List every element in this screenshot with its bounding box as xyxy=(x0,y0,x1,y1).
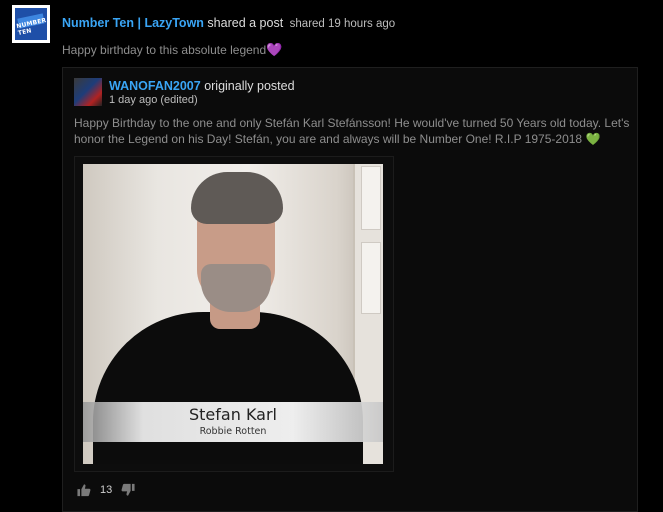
author-link[interactable]: Number Ten | LazyTown xyxy=(62,16,204,30)
original-post-text: Happy Birthday to the one and only Stefá… xyxy=(74,115,634,147)
caption-text: Happy birthday to this absolute legend xyxy=(62,43,267,57)
video-thumbnail[interactable]: Stefan Karl Robbie Rotten xyxy=(83,164,383,464)
original-body-text: Happy Birthday to the one and only Stefá… xyxy=(74,116,630,146)
thumbs-down-icon[interactable] xyxy=(121,483,135,497)
person-hair xyxy=(191,172,283,224)
person-beard xyxy=(201,264,271,312)
original-action-text: originally posted xyxy=(204,79,295,93)
post-header: Number Ten | LazyTown shared a post shar… xyxy=(62,16,395,30)
green-heart-emoji: 💚 xyxy=(585,132,601,146)
original-post-header: WANOFAN2007 originally posted xyxy=(109,79,295,93)
post-caption: Happy birthday to this absolute legend💜 xyxy=(62,42,282,58)
share-action-text: shared a post xyxy=(207,16,284,30)
thumbs-up-icon[interactable] xyxy=(77,483,91,497)
post-timestamp[interactable]: shared 19 hours ago xyxy=(290,18,396,30)
video-embed[interactable]: Stefan Karl Robbie Rotten xyxy=(74,156,394,472)
purple-heart-emoji: 💜 xyxy=(266,42,283,57)
upvote-count: 13 xyxy=(100,484,113,496)
author-avatar[interactable]: NUMBER TEN xyxy=(12,5,50,43)
original-author-link[interactable]: WANOFAN2007 xyxy=(109,79,201,93)
original-author-avatar[interactable] xyxy=(74,78,102,106)
wall-sign xyxy=(361,242,381,314)
lower-third-name: Stefan Karl xyxy=(189,405,277,424)
lower-third-role: Robbie Rotten xyxy=(199,426,267,437)
avatar-logo-text: NUMBER TEN xyxy=(15,16,47,38)
wall-sign xyxy=(361,166,381,230)
shared-post: NUMBER TEN Number Ten | LazyTown shared … xyxy=(0,0,663,512)
original-timestamp[interactable]: 1 day ago (edited) xyxy=(109,94,198,106)
original-post-card: WANOFAN2007 originally posted 1 day ago … xyxy=(62,67,638,512)
number-ten-logo-icon: NUMBER TEN xyxy=(15,8,47,40)
vote-bar: 13 xyxy=(77,482,135,498)
